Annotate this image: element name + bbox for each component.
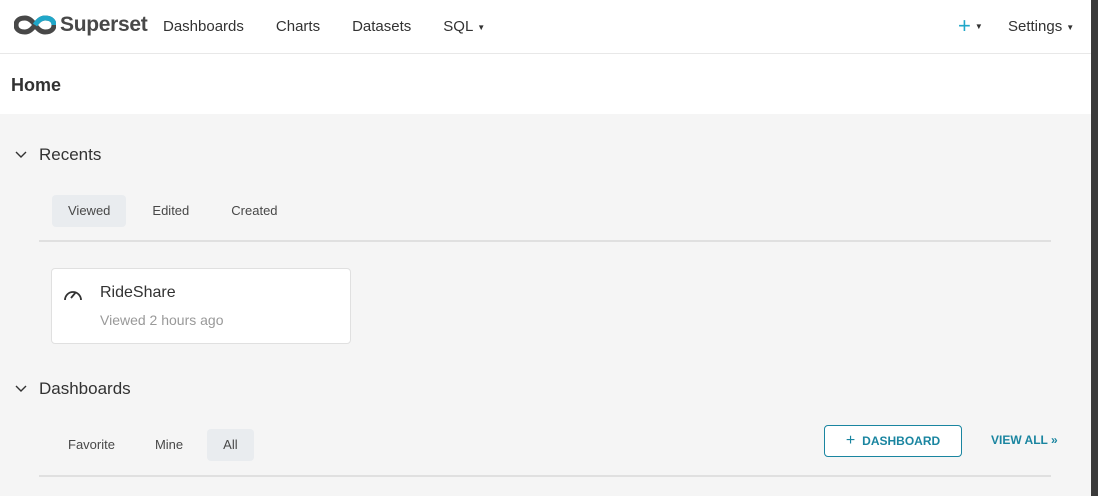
tab-created[interactable]: Created	[215, 195, 293, 227]
settings-menu[interactable]: Settings ▼	[1008, 18, 1074, 35]
caret-down-icon: ▼	[974, 22, 983, 32]
view-all-link[interactable]: VIEW ALL »	[991, 433, 1058, 447]
nav-sql-menu[interactable]: SQL ▼	[443, 18, 485, 35]
main-nav: Dashboards Charts Datasets SQL ▼	[163, 18, 517, 35]
dashboards-section-toggle[interactable]: Dashboards	[14, 379, 131, 399]
add-dashboard-label: DASHBOARD	[862, 434, 941, 448]
tab-all[interactable]: All	[207, 429, 254, 461]
top-navbar: Superset Dashboards Charts Datasets SQL ▼…	[0, 0, 1091, 54]
settings-label: Settings	[1008, 18, 1063, 35]
chevron-down-icon	[15, 385, 27, 392]
page-title: Home	[11, 75, 62, 95]
add-dashboard-button[interactable]: + DASHBOARD	[824, 425, 962, 457]
tab-viewed[interactable]: Viewed	[52, 195, 127, 227]
caret-down-icon: ▼	[1066, 22, 1075, 32]
nav-datasets[interactable]: Datasets	[352, 18, 411, 35]
recent-item-title[interactable]: RideShare	[100, 284, 176, 302]
dashboards-divider	[39, 475, 1051, 477]
recent-item-subtitle: Viewed 2 hours ago	[100, 312, 224, 328]
nav-dashboards[interactable]: Dashboards	[163, 18, 244, 35]
superset-logo-icon	[14, 15, 56, 35]
plus-icon: +	[845, 432, 856, 449]
caret-down-icon: ▼	[477, 22, 486, 32]
dashboard-gauge-icon	[64, 291, 82, 301]
page-header: Home	[0, 54, 1091, 114]
nav-charts[interactable]: Charts	[276, 18, 320, 35]
nav-sql-label: SQL	[443, 18, 474, 35]
recents-section-title: Recents	[39, 145, 102, 164]
tab-mine[interactable]: Mine	[139, 429, 199, 461]
brand-name: Superset	[60, 13, 148, 36]
recents-tabs: Viewed Edited Created	[52, 195, 294, 227]
brand[interactable]: Superset	[14, 13, 148, 37]
tab-favorite[interactable]: Favorite	[52, 429, 131, 461]
chevron-down-icon	[15, 151, 27, 158]
dashboards-tabs: Favorite Mine All	[52, 429, 254, 461]
recents-divider	[39, 240, 1051, 242]
tab-edited[interactable]: Edited	[136, 195, 205, 227]
dashboards-section-title: Dashboards	[39, 379, 131, 398]
new-item-menu[interactable]: + ▼	[958, 14, 983, 39]
plus-icon: +	[958, 13, 971, 38]
recent-item-card[interactable]: RideShare Viewed 2 hours ago	[51, 268, 351, 344]
recents-section-toggle[interactable]: Recents	[14, 145, 101, 165]
window-scrollbar[interactable]	[1091, 0, 1098, 496]
